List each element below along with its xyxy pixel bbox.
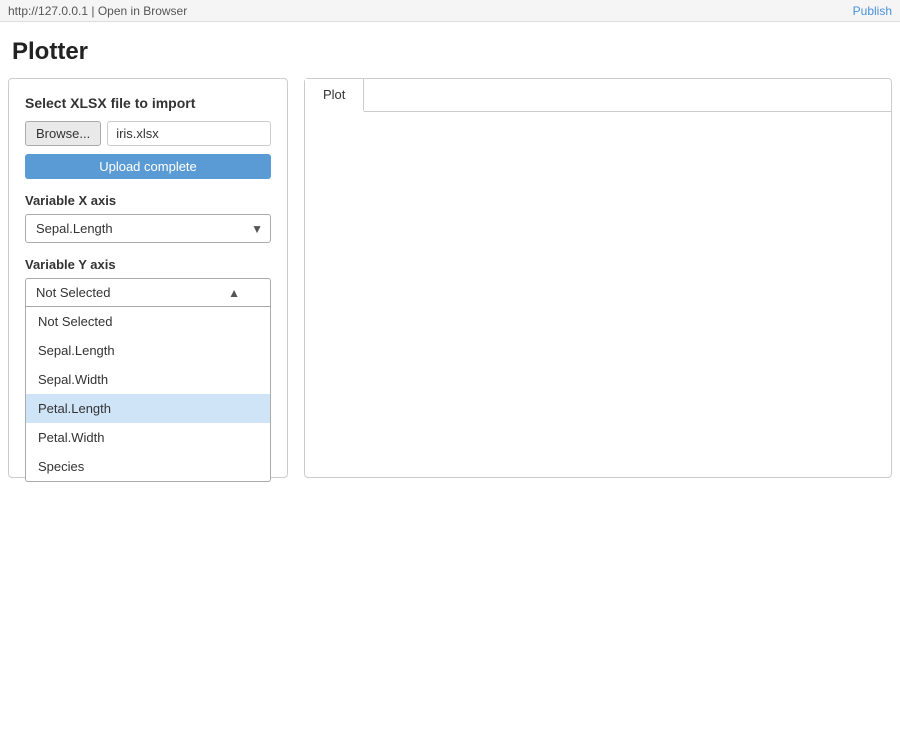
- y-axis-label: Variable Y axis: [25, 257, 271, 272]
- left-panel: Select XLSX file to import Browse... iri…: [8, 78, 288, 478]
- y-axis-trigger[interactable]: Not Selected ▲: [25, 278, 271, 307]
- x-axis-select[interactable]: Not Selected Sepal.Length Sepal.Width Pe…: [25, 214, 271, 243]
- browse-button[interactable]: Browse...: [25, 121, 101, 146]
- y-axis-option-sepal-length[interactable]: Sepal.Length: [26, 336, 270, 365]
- y-axis-dropdown-list: Not Selected Sepal.Length Sepal.Width Pe…: [25, 307, 271, 482]
- file-name-display: iris.xlsx: [107, 121, 271, 146]
- y-axis-selected-value: Not Selected: [36, 285, 110, 300]
- x-axis-label: Variable X axis: [25, 193, 271, 208]
- page-title: Plotter: [0, 22, 900, 78]
- x-axis-dropdown-wrapper: Not Selected Sepal.Length Sepal.Width Pe…: [25, 214, 271, 243]
- main-layout: Select XLSX file to import Browse... iri…: [0, 78, 900, 478]
- top-bar: http://127.0.0.1 | Open in Browser Publi…: [0, 0, 900, 22]
- publish-button[interactable]: Publish: [853, 4, 892, 18]
- y-axis-dropdown-wrapper: Not Selected ▲ Not Selected Sepal.Length…: [25, 278, 271, 307]
- file-section-title: Select XLSX file to import: [25, 95, 271, 111]
- y-axis-option-species[interactable]: Species: [26, 452, 270, 481]
- y-axis-option-sepal-width[interactable]: Sepal.Width: [26, 365, 270, 394]
- plot-tab-bar: Plot: [305, 79, 891, 112]
- y-axis-option-petal-width[interactable]: Petal.Width: [26, 423, 270, 452]
- file-row: Browse... iris.xlsx: [25, 121, 271, 146]
- right-panel: Plot: [304, 78, 892, 478]
- upload-complete-bar: Upload complete: [25, 154, 271, 179]
- y-axis-option-not-selected[interactable]: Not Selected: [26, 307, 270, 336]
- y-axis-dropdown-arrow-up: ▲: [228, 286, 240, 300]
- tab-plot[interactable]: Plot: [305, 79, 364, 112]
- y-axis-option-petal-length[interactable]: Petal.Length: [26, 394, 270, 423]
- url-display: http://127.0.0.1 | Open in Browser: [8, 4, 187, 18]
